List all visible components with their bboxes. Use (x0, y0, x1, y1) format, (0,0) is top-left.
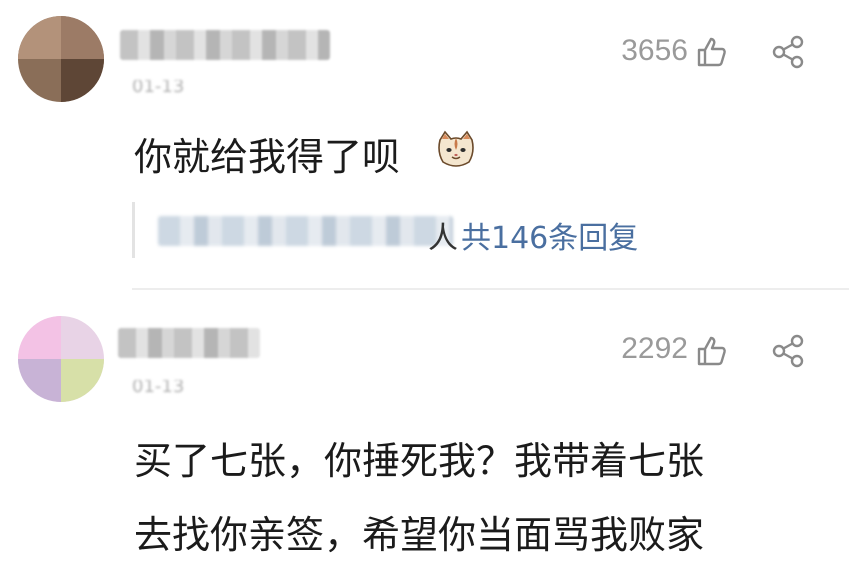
like-count: 3656 (621, 34, 688, 67)
comment-date-blurred: 01-13 (132, 380, 185, 394)
avatar[interactable] (18, 316, 104, 402)
reply-count-link[interactable]: 共146条回复 (461, 213, 638, 257)
comment-text-line-2: 去找你亲签，希望你当面骂我败家 (134, 513, 705, 557)
share-icon[interactable] (771, 35, 805, 69)
reply-preview-blurred[interactable] (158, 216, 453, 246)
thumbs-up-icon[interactable] (696, 335, 728, 367)
avatar[interactable] (18, 16, 104, 102)
comment-date-blurred: 01-13 (132, 80, 185, 94)
username-blurred[interactable] (120, 30, 330, 60)
comment-item: 01-13 3656 你就给我得了呗 人 共146条回复 (0, 0, 849, 288)
comment-divider (132, 288, 849, 290)
username-blurred[interactable] (118, 328, 260, 358)
thumbs-up-icon[interactable] (696, 36, 728, 68)
cat-face-emoji (438, 130, 474, 167)
reply-indicator-bar (132, 202, 135, 258)
comment-text-line-1: 买了七张，你捶死我？我带着七张 (134, 439, 705, 483)
comment-text: 你就给我得了呗 (134, 135, 401, 179)
comment-item: 01-13 2292 买了七张，你捶死我？我带着七张 去找你亲签，希望你当面骂我… (0, 292, 849, 569)
share-icon[interactable] (771, 334, 805, 368)
like-count: 2292 (621, 332, 688, 365)
reply-preview-tail: 人 (428, 221, 458, 256)
